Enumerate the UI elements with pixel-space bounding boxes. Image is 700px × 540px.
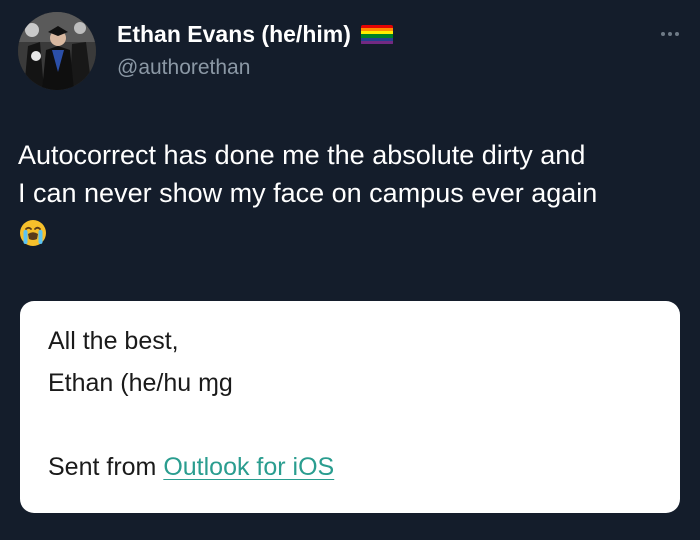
graduation-photo [18,12,96,90]
author-display-name[interactable]: Ethan Evans (he/him) [117,21,351,48]
email-signature: Ethan (he/hu ɱg [48,369,233,397]
crying-face-icon [18,218,48,258]
avatar[interactable] [18,12,96,90]
email-signoff: All the best, [48,327,179,355]
tweet-text: Autocorrect has done me the absolute dir… [18,136,688,258]
email-screenshot-card: All the best, Ethan (he/hu ɱg Sent from … [20,301,680,513]
tweet-line-2: I can never show my face on campus ever … [18,178,598,208]
sent-from-prefix: Sent from [48,453,164,481]
pride-flag-icon [360,24,393,45]
outlook-for-ios-link[interactable]: Outlook for iOS [163,453,334,481]
sent-from-line: Sent from Outlook for iOS [48,453,334,482]
tweet-line-1: Autocorrect has done me the absolute dir… [18,140,586,170]
more-options-icon[interactable] [650,24,690,44]
author-handle[interactable]: @authorethan [117,56,250,80]
author-name-row[interactable]: Ethan Evans (he/him) [117,21,393,48]
